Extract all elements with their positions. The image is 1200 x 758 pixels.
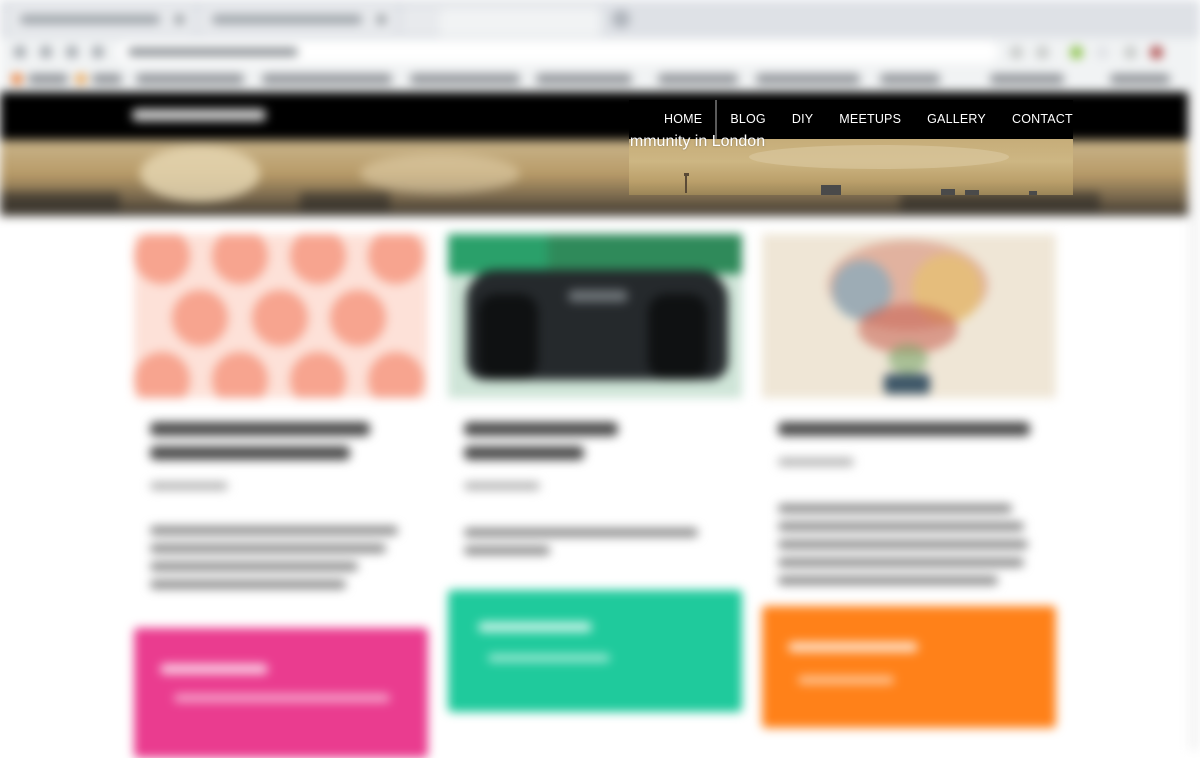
building [965, 190, 979, 195]
card-image[interactable] [134, 234, 428, 398]
extension-icon[interactable] [1036, 46, 1049, 59]
focused-header-region: HOME BLOG DIY MEETUPS GALLERY CONTACT om… [629, 100, 1073, 195]
nav-item-gallery[interactable]: GALLERY [914, 100, 999, 139]
address-bar[interactable] [118, 41, 998, 63]
bookmark-item[interactable] [990, 74, 1064, 84]
card-title[interactable] [464, 422, 618, 436]
bookmark-icon [12, 74, 22, 84]
blog-card[interactable] [762, 234, 1056, 730]
browser-tab-active[interactable] [440, 8, 600, 36]
extension-icon[interactable] [1010, 46, 1023, 59]
hero-tagline: ommunity in London [629, 133, 766, 150]
card-title[interactable] [778, 422, 1030, 436]
bookmark-item[interactable] [1110, 74, 1170, 84]
nav-item-meetups[interactable]: MEETUPS [826, 100, 914, 139]
new-tab-icon[interactable] [612, 10, 630, 28]
page-scrollbar[interactable] [1188, 92, 1200, 750]
building [941, 189, 955, 195]
avatar[interactable] [1150, 46, 1163, 59]
home-icon[interactable] [92, 46, 104, 58]
browser-tab-strip [0, 0, 1200, 38]
bookmark-item[interactable] [136, 74, 244, 84]
card-date [778, 458, 854, 466]
reload-icon[interactable] [66, 46, 78, 58]
bookmark-item[interactable] [410, 74, 520, 84]
blog-card[interactable] [448, 234, 742, 714]
bookmark-item[interactable] [880, 74, 940, 84]
bookmark-icon [76, 74, 86, 84]
close-icon[interactable] [377, 15, 386, 24]
card-date [150, 482, 228, 490]
nav-item-contact[interactable]: CONTACT [999, 100, 1073, 139]
bookmark-item[interactable] [658, 74, 738, 84]
bookmark-item[interactable] [536, 74, 632, 84]
card-image[interactable] [762, 234, 1056, 398]
browser-toolbar [0, 38, 1200, 66]
card-cta-box[interactable] [448, 590, 742, 712]
blog-card[interactable] [134, 234, 428, 758]
extension-icon[interactable] [1070, 46, 1083, 59]
bookmark-item[interactable] [92, 74, 122, 84]
card-cta-box[interactable] [134, 628, 428, 758]
card-image[interactable] [448, 234, 742, 398]
close-icon[interactable] [175, 15, 184, 24]
back-icon[interactable] [14, 46, 26, 58]
bookmark-item[interactable] [28, 74, 68, 84]
building [821, 185, 841, 195]
hero-banner-detail: ommunity in London [629, 133, 1073, 195]
lamp-post [685, 175, 687, 193]
card-title[interactable] [150, 422, 370, 436]
card-excerpt [778, 504, 1012, 513]
bookmarks-bar [0, 66, 1200, 93]
browser-tab[interactable] [200, 6, 396, 34]
forward-icon[interactable] [40, 46, 52, 58]
extension-icon[interactable] [1124, 46, 1137, 59]
site-logo[interactable] [132, 109, 266, 121]
bookmark-item[interactable] [262, 74, 392, 84]
building [1029, 191, 1037, 195]
card-cta-box[interactable] [762, 606, 1056, 728]
extension-icon[interactable] [1096, 46, 1109, 59]
card-date [464, 482, 540, 490]
card-excerpt [150, 526, 398, 535]
bookmark-item[interactable] [756, 74, 860, 84]
nav-item-diy[interactable]: DIY [779, 100, 826, 139]
browser-tab[interactable] [8, 6, 194, 34]
card-excerpt [464, 528, 698, 537]
